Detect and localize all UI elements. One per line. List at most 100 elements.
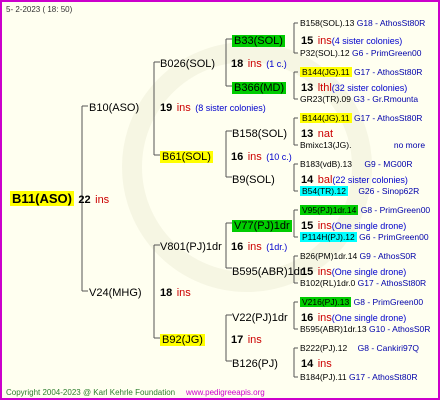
gen3-name[interactable]: B126(PJ) <box>232 358 278 370</box>
gen4-row[interactable]: V95(PJ)1dr.14 G8 - PrimGreen00 <box>300 204 430 217</box>
gen3-ins: ins <box>317 358 332 370</box>
gen1-name[interactable]: B10(ASO) <box>89 102 139 114</box>
gen2-num: 16 <box>231 151 244 163</box>
gen1-num: 18 <box>160 287 173 299</box>
gen4-name[interactable]: V216(PJ).13 <box>300 297 352 307</box>
gen3-node[interactable]: B33(SOL) <box>232 33 285 48</box>
gen4-info: G17 - AthosSt80R <box>353 113 423 123</box>
gen4-row[interactable]: P32(SOL).12 G6 - PrimGreen00 <box>300 47 421 60</box>
gen4-row[interactable]: B144(JG).11 G17 - AthosSt80R <box>300 66 422 79</box>
gen2-node[interactable]: V801(PJ)1dr <box>160 239 222 254</box>
gen4-name[interactable]: B184(PJ).11 <box>300 372 347 382</box>
gen2-ins: ins <box>247 241 262 253</box>
gen4-row[interactable]: B158(SOL).13 G18 - AthosSt80R <box>300 17 425 30</box>
gen2-ins: ins <box>247 151 262 163</box>
gen2-num: 18 <box>231 58 244 70</box>
gen1-node[interactable]: V24(MHG) <box>89 285 142 300</box>
gen3-node[interactable]: B126(PJ) <box>232 356 278 371</box>
gen4-info: G9 - MG00R <box>364 159 413 169</box>
gen4-info: G18 - AthosSt80R <box>356 18 426 28</box>
gen3-name[interactable]: B158(SOL) <box>232 128 287 140</box>
gen3-name[interactable]: V77(PJ)1dr <box>232 220 292 232</box>
gen2-name[interactable]: B026(SOL) <box>160 58 215 70</box>
root-queen[interactable]: B11(ASO) 22 ins <box>10 191 110 207</box>
gen1-name[interactable]: V24(MHG) <box>89 287 142 299</box>
gen1-node[interactable]: B10(ASO) <box>89 100 139 115</box>
gen2-node[interactable]: B026(SOL) <box>160 56 215 71</box>
gen4-name[interactable]: P32(SOL).12 <box>300 48 350 58</box>
gen4-name[interactable]: B26(PM)1dr.14 <box>300 251 357 261</box>
gen3-num: 15 <box>301 35 314 47</box>
gen3-name[interactable]: B33(SOL) <box>232 35 285 47</box>
gen2-node[interactable]: B92(JG) <box>160 332 205 347</box>
gen2-note: (10 c.) <box>266 152 292 162</box>
gen4-name[interactable]: P114H(PJ).12 <box>300 232 357 242</box>
gen4-row[interactable]: B102(RL)1dr.0 G17 - AthosSt80R <box>300 277 426 290</box>
gen4-name[interactable]: B102(RL)1dr.0 <box>300 278 355 288</box>
gen4-name[interactable]: B183(vdB).13 <box>300 159 352 169</box>
root-ins: ins <box>95 194 110 206</box>
gen3-ins: ins <box>317 35 332 47</box>
gen4-name[interactable]: B222(PJ).12 <box>300 343 347 353</box>
gen1-note: (8 sister colonies) <box>195 103 266 113</box>
gen3-note: (22 sister colonies) <box>332 175 408 185</box>
gen2-name[interactable]: B61(SOL) <box>160 151 213 163</box>
gen3-node[interactable]: V22(PJ)1dr <box>232 310 288 325</box>
gen2-name[interactable]: B92(JG) <box>160 334 205 346</box>
gen2-stats: 16 ins (1dr.) <box>231 239 287 254</box>
gen4-name[interactable]: GR23(TR).09 <box>300 94 351 104</box>
gen4-info: G9 - AthosS0R <box>359 251 417 261</box>
gen4-row[interactable]: B184(PJ).11 G17 - AthosSt80R <box>300 371 418 384</box>
gen4-name[interactable]: B144(JG).11 <box>300 67 352 77</box>
gen4-name[interactable]: B158(SOL).13 <box>300 18 354 28</box>
gen4-row[interactable]: V216(PJ).13 G8 - PrimGreen00 <box>300 296 423 309</box>
gen4-row[interactable]: B183(vdB).13 G9 - MG00R <box>300 158 413 171</box>
gen4-info: G17 - AthosSt80R <box>357 278 427 288</box>
gen4-name[interactable]: B144(JG).11 <box>300 113 352 123</box>
gen3-note: (One single drone) <box>331 221 407 231</box>
gen3-note: (One single drone) <box>331 313 407 323</box>
gen2-note: (1 c.) <box>266 59 287 69</box>
gen1-ins: ins <box>176 287 191 299</box>
gen4-row[interactable]: B54(TR).12 G26 - Sinop62R <box>300 185 419 198</box>
gen4-row[interactable]: GR23(TR).09 G3 - Gr.Rmounta <box>300 93 418 106</box>
gen4-info: G8 - PrimGreen00 <box>360 205 431 215</box>
gen4-name[interactable]: B595(ABR)1dr.13 <box>300 324 367 334</box>
gen2-stats: 17 ins <box>231 332 262 347</box>
root-name[interactable]: B11(ASO) <box>10 191 74 206</box>
root-num: 22 <box>78 194 91 206</box>
gen3-node[interactable]: V77(PJ)1dr <box>232 218 292 233</box>
gen4-row[interactable]: B144(JG).11 G17 - AthosSt80R <box>300 112 422 125</box>
gen2-ins: ins <box>247 58 262 70</box>
gen3-name[interactable]: B9(SOL) <box>232 174 275 186</box>
gen4-row[interactable]: Bmixc13(JG). no more <box>300 139 425 152</box>
gen4-info: G6 - PrimGreen00 <box>352 48 422 58</box>
pedigree-frame: 5- 2-2023 ( 18: 50) B11(ASO) 22 ins B10(… <box>0 0 440 400</box>
gen4-name[interactable]: Bmixc13(JG). <box>300 140 351 150</box>
gen3-node[interactable]: B158(SOL) <box>232 126 287 141</box>
gen3-name[interactable]: B595(ABR)1dr <box>232 266 304 278</box>
gen1-stats: 18 ins <box>160 285 191 300</box>
gen4-row[interactable]: B222(PJ).12 G8 - Cankiri97Q <box>300 342 419 355</box>
gen4-row[interactable]: P114H(PJ).12 G6 - PrimGreen00 <box>300 231 429 244</box>
gen4-row[interactable]: B595(ABR)1dr.13 G10 - AthosS0R <box>300 323 430 336</box>
gen2-node[interactable]: B61(SOL) <box>160 149 213 164</box>
gen2-num: 17 <box>231 334 244 346</box>
gen3-name[interactable]: V22(PJ)1dr <box>232 312 288 324</box>
gen3-node[interactable]: B366(MD) <box>232 80 287 95</box>
gen1-ins: ins <box>176 102 191 114</box>
gen4-name[interactable]: V95(PJ)1dr.14 <box>300 205 359 215</box>
site-url-link[interactable]: www.pedigreeapis.org <box>186 386 265 398</box>
gen4-row[interactable]: B26(PM)1dr.14 G9 - AthosS0R <box>300 250 416 263</box>
date-stamp: 5- 2-2023 ( 18: 50) <box>6 5 73 14</box>
gen4-info: no more <box>393 140 426 150</box>
gen2-stats: 16 ins (10 c.) <box>231 149 292 164</box>
gen3-note: (32 sister colonies) <box>331 83 408 93</box>
gen4-info: G10 - AthosS0R <box>369 324 431 334</box>
gen3-name[interactable]: B366(MD) <box>232 82 287 94</box>
gen4-info: G26 - Sinop62R <box>358 186 420 196</box>
gen3-node[interactable]: B9(SOL) <box>232 172 275 187</box>
gen2-name[interactable]: V801(PJ)1dr <box>160 241 222 253</box>
gen4-name[interactable]: B54(TR).12 <box>300 186 348 196</box>
gen3-node[interactable]: B595(ABR)1dr <box>232 264 304 279</box>
